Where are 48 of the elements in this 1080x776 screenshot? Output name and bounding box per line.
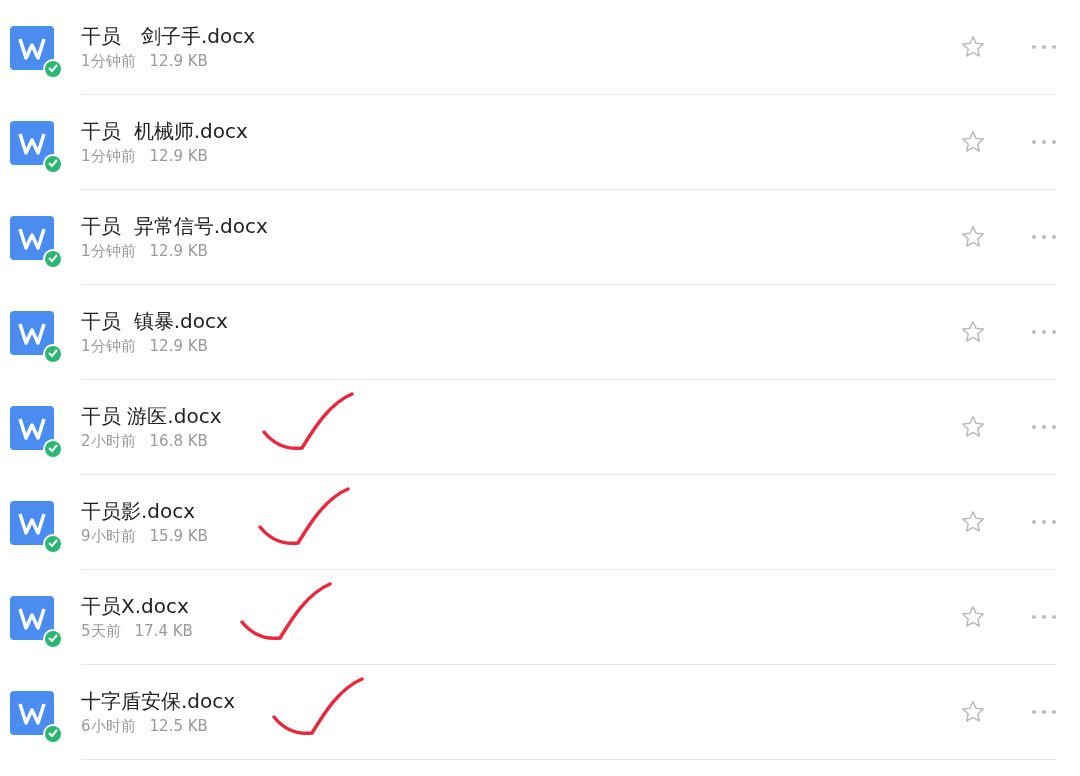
document-icon [10,690,64,745]
document-icon [10,215,64,270]
star-button[interactable] [960,509,986,535]
document-icon [10,595,64,650]
file-name[interactable]: 干员 游医.docx [81,405,960,426]
modified-time: 5天前 [81,623,121,639]
star-button[interactable] [960,129,986,155]
file-size: 15.9 KB [149,528,208,544]
more-button[interactable] [1032,43,1056,51]
file-name[interactable]: 干员 剑子手.docx [81,25,960,46]
file-size: 12.9 KB [149,243,208,259]
document-icon [10,310,64,365]
star-button[interactable] [960,699,986,725]
document-icon [10,120,64,175]
document-icon [10,500,64,555]
document-icon [10,25,64,80]
modified-time: 9小时前 [81,528,136,544]
star-button[interactable] [960,34,986,60]
document-icon [10,405,64,460]
file-size: 12.9 KB [149,148,208,164]
modified-time: 6小时前 [81,718,136,734]
file-name[interactable]: 干员X.docx [81,595,960,616]
more-button[interactable] [1032,328,1056,336]
modified-time: 1分钟前 [81,53,136,69]
modified-time: 1分钟前 [81,338,136,354]
more-button[interactable] [1032,708,1056,716]
more-button[interactable] [1032,423,1056,431]
star-button[interactable] [960,414,986,440]
star-button[interactable] [960,224,986,250]
more-button[interactable] [1032,518,1056,526]
file-name[interactable]: 干员 异常信号.docx [81,215,960,236]
modified-time: 2小时前 [81,433,136,449]
star-button[interactable] [960,319,986,345]
file-size: 12.9 KB [149,53,208,69]
file-size: 16.8 KB [149,433,208,449]
modified-time: 1分钟前 [81,148,136,164]
file-name[interactable]: 干员 镇暴.docx [81,310,960,331]
star-button[interactable] [960,604,986,630]
file-size: 12.9 KB [149,338,208,354]
more-button[interactable] [1032,613,1056,621]
file-name[interactable]: 干员影.docx [81,500,960,521]
modified-time: 1分钟前 [81,243,136,259]
file-name[interactable]: 干员 机械师.docx [81,120,960,141]
file-size: 17.4 KB [134,623,193,639]
file-name[interactable]: 十字盾安保.docx [81,690,960,711]
file-size: 12.5 KB [149,718,208,734]
more-button[interactable] [1032,138,1056,146]
more-button[interactable] [1032,233,1056,241]
